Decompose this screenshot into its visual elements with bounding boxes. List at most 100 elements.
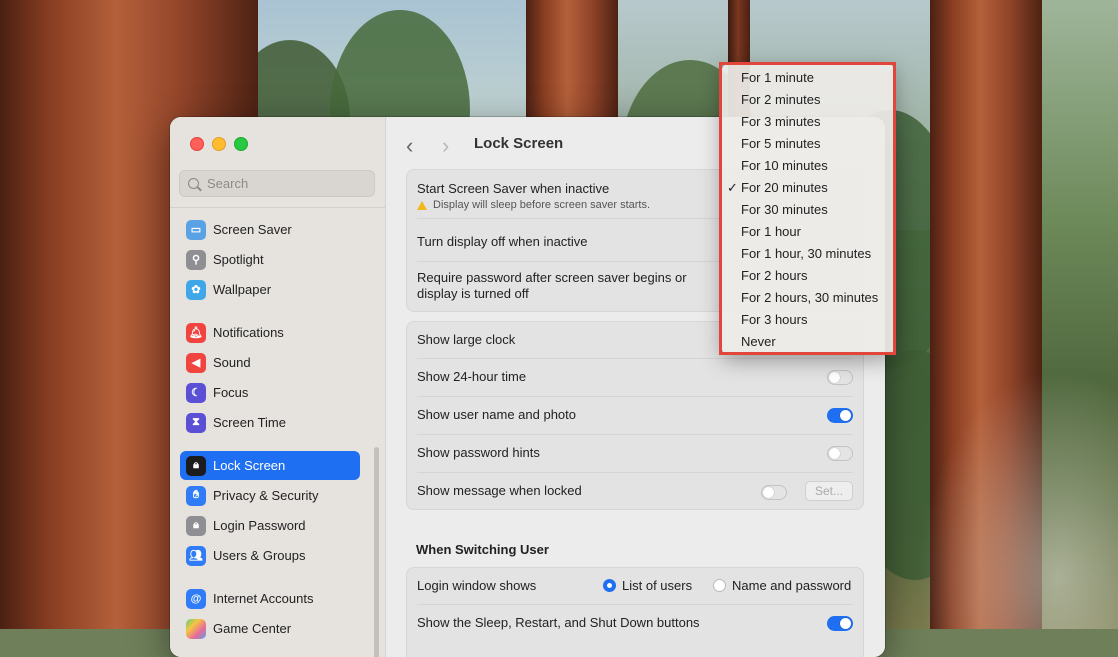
sidebar-item-label: Notifications (213, 325, 284, 340)
at-icon: @ (186, 588, 206, 609)
sidebar-item-internet-accounts[interactable]: @ Internet Accounts (180, 584, 360, 613)
radio-button[interactable] (603, 579, 616, 592)
large-clock-label: Show large clock (417, 332, 516, 347)
divider (417, 472, 853, 473)
menu-item[interactable]: Never (741, 334, 776, 349)
sidebar-item-login-password[interactable]: 🔒︎ Login Password (180, 511, 360, 540)
menu-item[interactable]: For 2 minutes (741, 92, 820, 107)
sidebar-item-focus[interactable]: ☾ Focus (180, 378, 360, 407)
sidebar-item-wallpaper[interactable]: ✿ Wallpaper (180, 275, 360, 304)
password-hints-toggle[interactable] (827, 446, 853, 461)
menu-item-selected[interactable]: ✓ For 20 minutes (727, 180, 828, 195)
sidebar-item-label: Wallpaper (213, 282, 272, 297)
display-off-label: Turn display off when inactive (417, 234, 588, 249)
back-button[interactable]: ‹ (406, 133, 413, 159)
password-hints-row: Show password hints (417, 445, 853, 463)
wallpaper-fog (918, 369, 1118, 629)
sidebar-item-label: Screen Time (213, 415, 286, 430)
sidebar-item-sound[interactable]: ◀︎ Sound (180, 348, 360, 377)
lock-icon: 🔒︎ (186, 455, 206, 476)
sound-icon: ◀︎ (186, 352, 206, 373)
sidebar-item-label: Sound (213, 355, 251, 370)
menu-item[interactable]: For 5 minutes (741, 136, 820, 151)
sidebar: Search ▭ Screen Saver ⚲ Spotlight ✿ Wall… (170, 117, 386, 657)
screen-saver-timeout-menu: For 1 minute For 2 minutes For 3 minutes… (722, 64, 894, 354)
hour24-label: Show 24-hour time (417, 369, 527, 384)
search-icon (188, 178, 199, 189)
menu-item[interactable]: For 3 hours (741, 312, 807, 327)
divider (417, 604, 853, 605)
switching-user-heading: When Switching User (416, 542, 549, 557)
switching-user-group: Login window shows List of users Name an… (406, 567, 864, 657)
sidebar-item-users-groups[interactable]: 👥︎ Users & Groups (180, 541, 360, 570)
hand-icon: ✋︎ (186, 485, 206, 506)
focus-icon: ☾ (186, 382, 206, 403)
sidebar-item-label: Spotlight (213, 252, 264, 267)
warning-icon (417, 200, 427, 210)
user-name-photo-row: Show user name and photo (417, 407, 853, 425)
divider (417, 358, 853, 359)
set-message-button[interactable]: Set... (805, 481, 853, 501)
screen-time-icon: ⧗ (186, 412, 206, 433)
close-button[interactable] (190, 137, 204, 151)
message-locked-row: Show message when locked Set... (417, 481, 853, 503)
screen-saver-icon: ▭ (186, 219, 206, 240)
sidebar-item-notifications[interactable]: 🔔︎ Notifications (180, 318, 360, 347)
login-window-row: Login window shows List of users Name an… (417, 578, 853, 593)
radio-list-of-users[interactable]: List of users (603, 578, 692, 593)
sleep-buttons-row: Show the Sleep, Restart, and Shut Down b… (417, 615, 853, 633)
message-locked-toggle[interactable] (761, 485, 787, 500)
menu-item[interactable]: For 10 minutes (741, 158, 828, 173)
menu-item[interactable]: For 2 hours (741, 268, 807, 283)
login-password-icon: 🔒︎ (186, 515, 206, 536)
user-name-photo-label: Show user name and photo (417, 407, 576, 422)
sidebar-item-privacy-security[interactable]: ✋︎ Privacy & Security (180, 481, 360, 510)
login-window-label: Login window shows (417, 578, 537, 593)
radio-label: Name and password (732, 578, 852, 593)
users-icon: 👥︎ (186, 545, 206, 566)
sidebar-item-label: Screen Saver (213, 222, 292, 237)
menu-item[interactable]: For 3 minutes (741, 114, 820, 129)
menu-item[interactable]: For 30 minutes (741, 202, 828, 217)
search-placeholder: Search (207, 176, 249, 191)
radio-button[interactable] (713, 579, 726, 592)
user-name-photo-toggle[interactable] (827, 408, 853, 423)
sidebar-item-lock-screen[interactable]: 🔒︎ Lock Screen (180, 451, 360, 480)
spotlight-icon: ⚲ (186, 249, 206, 270)
sidebar-item-screen-saver[interactable]: ▭ Screen Saver (180, 215, 360, 244)
divider (417, 434, 853, 435)
hour24-toggle[interactable] (827, 370, 853, 385)
notifications-icon: 🔔︎ (186, 322, 206, 343)
divider (417, 396, 853, 397)
forward-button[interactable]: › (442, 133, 449, 159)
search-input[interactable]: Search (179, 170, 375, 197)
password-hints-label: Show password hints (417, 445, 540, 460)
checkmark-icon: ✓ (727, 180, 738, 195)
hour24-row: Show 24-hour time (417, 369, 853, 387)
sidebar-item-label: Users & Groups (213, 548, 306, 563)
sidebar-item-screen-time[interactable]: ⧗ Screen Time (180, 408, 360, 437)
page-title: Lock Screen (474, 135, 564, 152)
warning-text: Display will sleep before screen saver s… (433, 199, 651, 211)
menu-item[interactable]: For 1 minute (741, 70, 814, 85)
sidebar-item-label: Focus (213, 385, 249, 400)
zoom-button[interactable] (234, 137, 248, 151)
window-controls (190, 137, 248, 151)
wallpaper-icon: ✿ (186, 279, 206, 300)
sidebar-item-label: Login Password (213, 518, 306, 533)
message-locked-label: Show message when locked (417, 483, 582, 498)
sleep-buttons-label: Show the Sleep, Restart, and Shut Down b… (417, 615, 700, 630)
sidebar-item-spotlight[interactable]: ⚲ Spotlight (180, 245, 360, 274)
sidebar-item-label: Internet Accounts (213, 591, 314, 606)
radio-label: List of users (622, 578, 693, 593)
menu-item[interactable]: For 1 hour (741, 224, 801, 239)
minimize-button[interactable] (212, 137, 226, 151)
sidebar-scrollbar[interactable] (374, 447, 379, 657)
sidebar-divider (170, 207, 385, 208)
sidebar-item-label: Privacy & Security (213, 488, 319, 503)
sidebar-item-label: Lock Screen (213, 458, 286, 473)
menu-item[interactable]: For 1 hour, 30 minutes (741, 246, 871, 261)
menu-item[interactable]: For 2 hours, 30 minutes (741, 290, 878, 305)
menu-item-label: For 20 minutes (741, 180, 828, 195)
radio-name-and-password[interactable]: Name and password (713, 578, 851, 593)
